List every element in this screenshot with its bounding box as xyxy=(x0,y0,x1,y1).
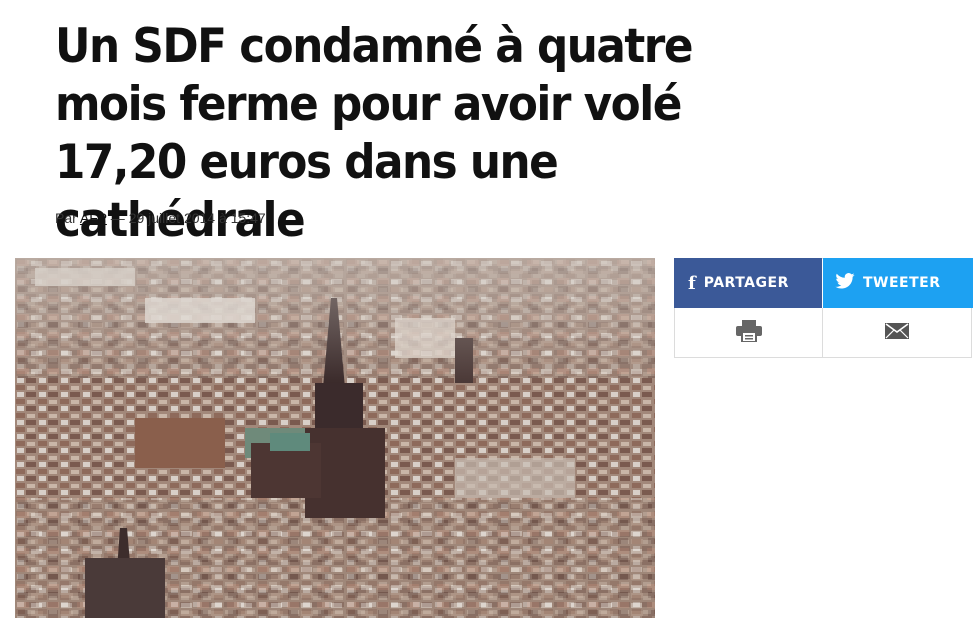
twitter-share-label: TWEETER xyxy=(863,275,941,291)
facebook-share-label: PARTAGER xyxy=(703,275,789,291)
facebook-share-button[interactable]: f PARTAGER xyxy=(674,258,822,308)
mail-icon xyxy=(885,322,909,344)
email-button[interactable] xyxy=(823,308,971,358)
print-icon xyxy=(735,319,762,347)
cityscape-image xyxy=(15,258,655,618)
facebook-icon: f xyxy=(688,272,696,294)
byline-prefix: Par xyxy=(55,210,77,226)
print-button[interactable] xyxy=(675,308,823,358)
byline-separator: — xyxy=(110,210,125,226)
twitter-share-button[interactable]: TWEETER xyxy=(823,258,973,308)
author-link[interactable]: AFP xyxy=(80,210,107,226)
byline: Par AFP — 29 juillet 2014 à 15:47 xyxy=(55,210,266,226)
share-box: f PARTAGER TWEETER xyxy=(674,258,973,358)
article-photo xyxy=(15,258,655,618)
publish-date: 29 juillet 2014 à 15:47 xyxy=(128,210,266,226)
twitter-icon xyxy=(835,272,855,294)
